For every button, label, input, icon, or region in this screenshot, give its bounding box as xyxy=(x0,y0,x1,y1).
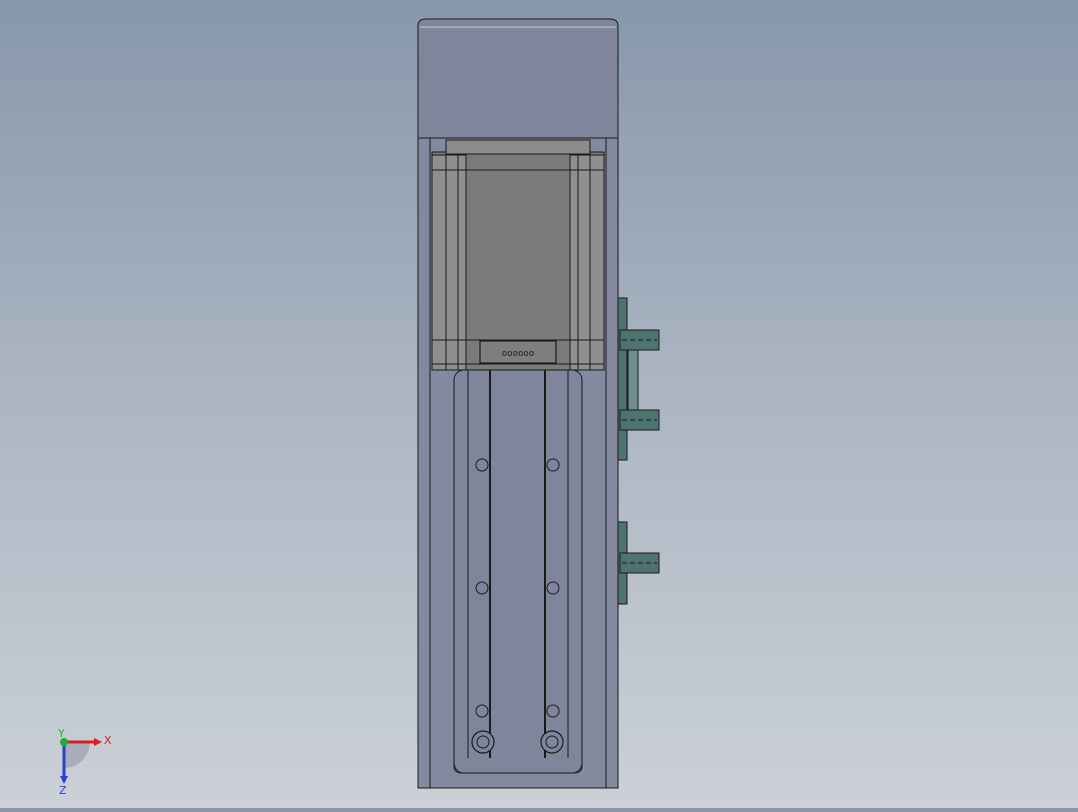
sensor-bracket-top[interactable] xyxy=(617,297,660,461)
motor-cap[interactable] xyxy=(417,18,619,139)
rail-channel[interactable] xyxy=(453,369,583,774)
bearing-hole-inner xyxy=(545,735,559,749)
orientation-triad[interactable]: X Y Z xyxy=(50,728,120,798)
motor-left-rib xyxy=(431,154,467,371)
triad-shading xyxy=(64,742,90,768)
bearing-hole-inner xyxy=(476,735,490,749)
triad-z-arrowhead xyxy=(60,776,68,784)
triad-x-label: X xyxy=(104,734,112,747)
mounting-hole xyxy=(475,704,489,718)
mounting-hole xyxy=(475,458,489,472)
mounting-hole xyxy=(475,581,489,595)
triad-y-label: Y xyxy=(57,728,65,740)
sensor-bracket-bottom[interactable] xyxy=(617,521,660,605)
motor-connector-pins: oooooo xyxy=(502,349,535,359)
mounting-hole xyxy=(546,704,560,718)
motor-right-rib xyxy=(569,154,605,371)
motor-flange-top xyxy=(445,139,591,155)
triad-z-label: Z xyxy=(59,784,67,797)
mounting-hole xyxy=(546,581,560,595)
triad-x-arrowhead xyxy=(94,738,102,746)
cad-viewport[interactable]: oooooo X Y Z xyxy=(0,0,1078,808)
model-view[interactable]: oooooo xyxy=(0,0,1078,808)
mounting-hole xyxy=(546,458,560,472)
